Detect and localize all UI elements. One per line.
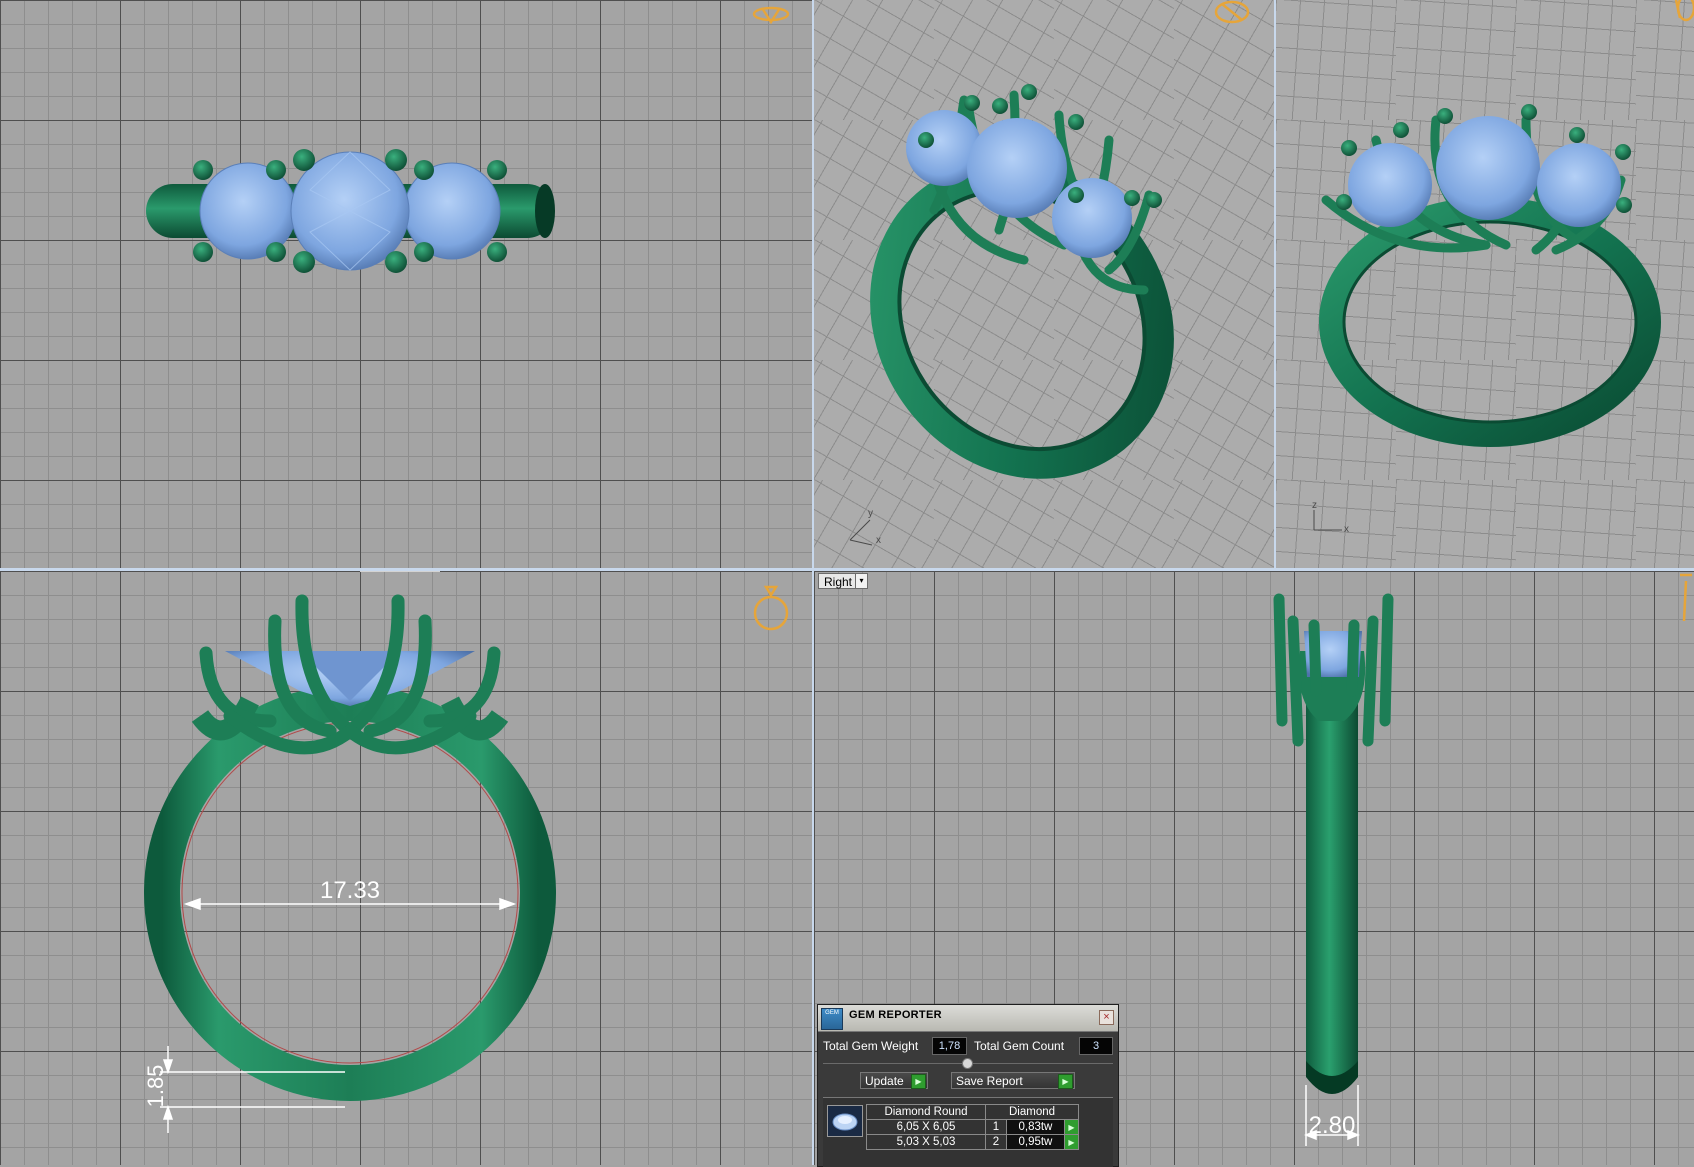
gem-reporter-title: GEM REPORTER <box>849 1009 942 1021</box>
gem-weight: 0,95tw <box>1005 1134 1066 1150</box>
view-gizmo-icon <box>752 6 790 25</box>
view-gizmo-icon <box>1214 0 1250 24</box>
axis-label-x: x <box>1344 524 1349 535</box>
dimension-shank-width: 2.80 <box>1309 1112 1356 1139</box>
gem-reporter-logo-icon: GEM <box>821 1008 843 1030</box>
total-gem-count-value: 3 <box>1079 1037 1113 1055</box>
play-icon: ▶ <box>1058 1074 1073 1089</box>
panel-collapse-handle[interactable] <box>962 1058 973 1069</box>
axis-label-z: z <box>1312 500 1317 511</box>
select-gem-play-icon[interactable]: ▶ <box>1064 1119 1079 1135</box>
viewport-top[interactable] <box>0 0 812 568</box>
gem-table-row[interactable]: 5,03 X 5,03 2 0,95tw ▶ <box>866 1134 1079 1150</box>
round-diamond-thumbnail-icon <box>827 1105 863 1137</box>
axis-label-x: x <box>876 535 881 546</box>
gem-reporter-titlebar[interactable]: GEM GEM REPORTER × <box>818 1005 1118 1032</box>
close-icon[interactable]: × <box>1099 1010 1114 1025</box>
axis-triad-icon <box>1313 510 1342 531</box>
viewport-perspective-1[interactable]: y x <box>814 0 1274 568</box>
gem-count: 1 <box>985 1119 1007 1135</box>
gem-shape-header: Diamond Round <box>866 1104 986 1120</box>
gem-table: Diamond Round Diamond 6,05 X 6,05 1 0,83… <box>866 1104 1079 1150</box>
save-report-button[interactable]: Save Report ▶ <box>951 1072 1075 1089</box>
total-gem-count-label: Total Gem Count <box>974 1039 1065 1053</box>
view-gizmo-icon <box>1674 0 1694 22</box>
gem-reporter-panel: GEM GEM REPORTER × Total Gem Weight 1,78… <box>817 1004 1119 1167</box>
viewport-divider-horizontal[interactable] <box>0 568 1694 571</box>
view-gizmo-icon <box>753 585 789 631</box>
dimension-shank-thickness: 1.85 <box>143 1065 168 1108</box>
total-gem-weight-label: Total Gem Weight <box>823 1039 919 1053</box>
gem-reporter-totals: Total Gem Weight 1,78 Total Gem Count 3 <box>823 1037 1113 1055</box>
total-gem-weight-value: 1,78 <box>932 1037 967 1055</box>
gem-table-header: Diamond Round Diamond <box>866 1104 1079 1120</box>
gem-count: 2 <box>985 1134 1007 1150</box>
axis-label-y: y <box>868 508 873 519</box>
update-button[interactable]: Update ▶ <box>860 1072 928 1089</box>
viewport-front[interactable]: 17.33 1.85 <box>0 571 812 1165</box>
view-gizmo-icon <box>1680 573 1692 622</box>
gem-weight: 0,83tw <box>1005 1119 1066 1135</box>
chevron-down-icon[interactable]: ▾ <box>855 574 867 588</box>
view-selector-label: Right <box>824 575 853 589</box>
viewport-divider-vertical-top[interactable] <box>1274 0 1276 568</box>
gem-size: 5,03 X 5,03 <box>866 1134 986 1150</box>
ring-front-view: 17.33 1.85 <box>143 571 789 1133</box>
dimension-inner-diameter: 17.33 <box>320 877 380 904</box>
viewport-divider-vertical[interactable] <box>812 0 814 1165</box>
view-selector[interactable]: Right ▾ <box>818 573 868 589</box>
save-report-button-label: Save Report <box>956 1074 1023 1088</box>
ring-perspective-view-2 <box>1313 0 1694 531</box>
gem-table-row[interactable]: 6,05 X 6,05 1 0,83tw ▶ <box>866 1119 1079 1135</box>
play-icon: ▶ <box>911 1074 926 1089</box>
select-gem-play-icon[interactable]: ▶ <box>1064 1134 1079 1150</box>
ring-top-view <box>146 6 790 273</box>
update-button-label: Update <box>865 1074 904 1088</box>
viewport-perspective-2[interactable]: z x <box>1276 0 1694 568</box>
gem-material-header: Diamond <box>985 1104 1079 1120</box>
axis-triad-icon <box>849 519 873 546</box>
ring-perspective-view-1 <box>849 0 1250 546</box>
gem-size: 6,05 X 6,05 <box>866 1119 986 1135</box>
